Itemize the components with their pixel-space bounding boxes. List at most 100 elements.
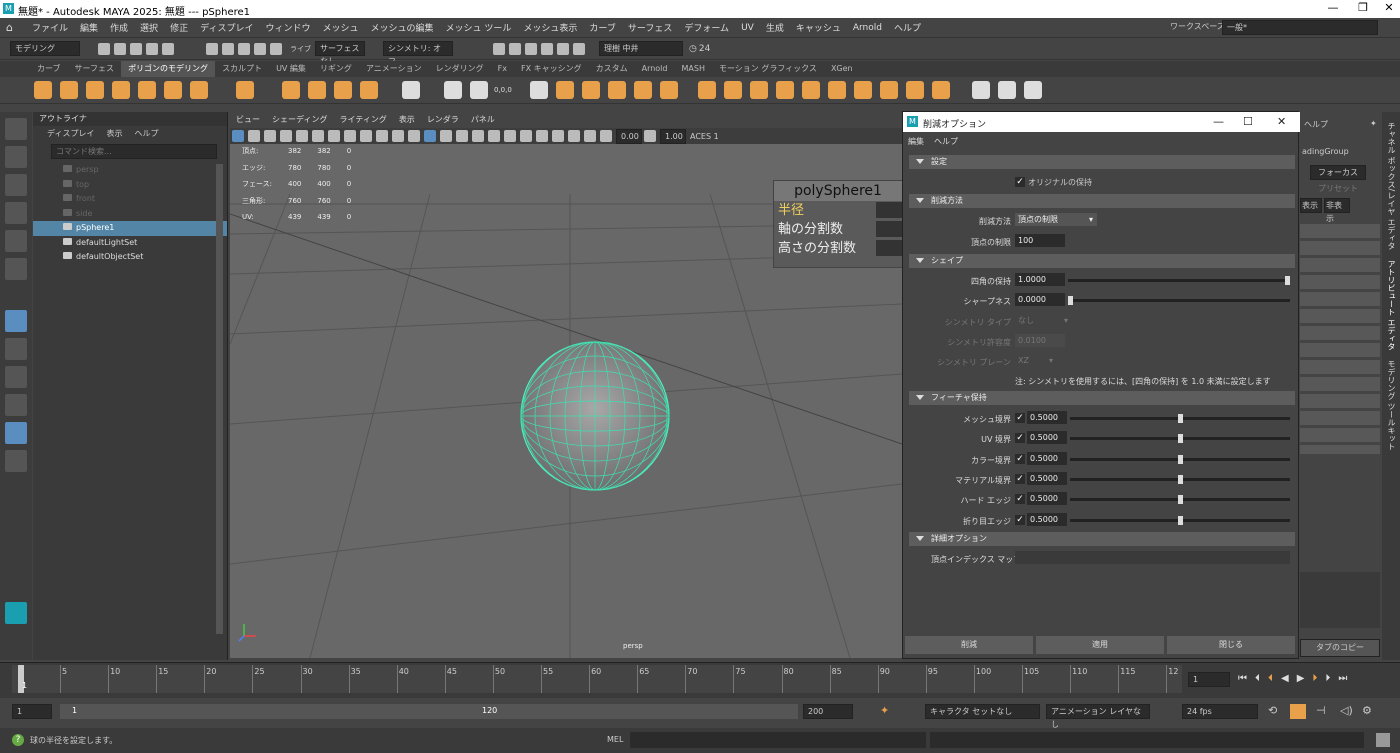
feature-checkbox[interactable]: ✓ — [1015, 453, 1025, 464]
time-slider[interactable]: 5 10 15 20 25 30 35 40 45 50 55 60 65 70 75 80 85 90 95 100… — [0, 662, 1400, 698]
shelf-tab[interactable]: アニメーション — [359, 61, 429, 77]
combine-icon[interactable] — [529, 81, 548, 99]
attribute-editor-help[interactable]: ヘルプ — [1304, 119, 1328, 130]
dialog-minimize-button[interactable]: — — [1213, 115, 1224, 128]
workspace-dropdown[interactable]: 一般* — [1222, 20, 1378, 35]
resolution-gate-icon[interactable] — [328, 130, 340, 142]
step-forward-key-icon[interactable]: ⏵ — [1312, 673, 1317, 684]
menu-item[interactable]: メッシュ表示 — [517, 21, 583, 34]
outliner-item[interactable]: pSphere1 — [33, 221, 227, 236]
viewport-menu-item[interactable]: シェーディング — [266, 112, 333, 128]
show-button[interactable]: 表示 — [1300, 198, 1322, 213]
merge-icon[interactable] — [905, 81, 924, 99]
outliner-item[interactable]: defaultLightSet — [33, 236, 227, 251]
channel-attr-value[interactable] — [876, 221, 902, 237]
end-frame-field[interactable]: 200 — [803, 704, 853, 719]
slider-handle[interactable] — [1177, 454, 1183, 464]
dialog-close-button[interactable]: ✕ — [1277, 115, 1286, 128]
exposure-field[interactable]: 0.00 — [616, 128, 642, 144]
poly-disc-icon[interactable] — [190, 81, 208, 99]
symmetry-dropdown[interactable]: シンメトリ: オフ — [383, 41, 453, 66]
character-set-dropdown[interactable]: キャラクタ セットなし — [925, 704, 1040, 719]
preset-button[interactable]: プリセット — [1318, 183, 1358, 194]
keep-original-checkbox[interactable]: ✓ — [1015, 177, 1025, 187]
mirror-icon[interactable] — [633, 81, 652, 99]
method-dropdown[interactable]: 頂点の制限 ▾ — [1015, 213, 1097, 226]
gate-mask-icon[interactable] — [344, 130, 356, 142]
separate-icon[interactable] — [555, 81, 574, 99]
select-camera-icon[interactable] — [232, 130, 244, 142]
menu-item[interactable]: デフォーム — [678, 21, 735, 34]
shelf-tab[interactable]: リギング — [313, 61, 359, 77]
feature-slider[interactable] — [1070, 414, 1290, 423]
two-view-icon[interactable] — [5, 394, 27, 416]
fill-hole-icon[interactable] — [801, 81, 820, 99]
step-back-icon[interactable]: ⏴ — [1255, 673, 1260, 684]
outliner-item[interactable]: front — [33, 192, 227, 207]
dialog-maximize-button[interactable]: ☐ — [1243, 115, 1253, 128]
bookmark-icon[interactable] — [264, 130, 276, 142]
shadows-icon[interactable] — [488, 130, 500, 142]
minimize-button[interactable]: — — [1318, 1, 1348, 14]
script-editor-icon[interactable] — [1376, 733, 1390, 747]
fps-dropdown[interactable]: 24 fps — [1182, 704, 1258, 719]
paint-select-icon[interactable] — [5, 174, 27, 196]
edge-loop-icon[interactable] — [997, 81, 1016, 99]
redo-icon[interactable] — [162, 42, 174, 55]
outliner-menu-item[interactable]: ヘルプ — [128, 128, 164, 139]
auto-key-icon[interactable]: ✦ — [880, 704, 889, 717]
color-space-dropdown[interactable]: ACES 1 — [690, 132, 719, 141]
menu-item[interactable]: UV — [735, 23, 760, 33]
sweep-mesh-icon[interactable] — [308, 81, 326, 99]
outliner-item[interactable]: top — [33, 178, 227, 193]
isolate-select-icon[interactable] — [552, 130, 564, 142]
shelf-tab[interactable]: ポリゴンのモデリング — [121, 61, 216, 77]
step-forward-icon[interactable]: ⏵ — [1325, 673, 1330, 684]
shelf-tab[interactable]: Fx — [491, 61, 514, 77]
single-view-icon[interactable] — [5, 338, 27, 360]
apply-button[interactable]: 適用 — [1036, 636, 1164, 654]
range-bar[interactable]: 1 120 — [60, 704, 798, 719]
live-surface-field[interactable]: サーフェスなし — [315, 41, 365, 66]
type-tool-icon[interactable] — [402, 81, 420, 99]
menu-item[interactable]: 編集 — [74, 21, 104, 34]
tab-attribute-editor[interactable]: アトリビュート エディタ — [1386, 260, 1397, 351]
undo-icon[interactable] — [146, 42, 158, 55]
menu-item[interactable]: ディスプレイ — [194, 21, 259, 34]
tab-channel-box[interactable]: チャネル ボックス/レイヤ エディタ — [1386, 122, 1397, 250]
channel-attr-value[interactable] — [876, 202, 902, 218]
menu-item[interactable]: メッシュの編集 — [364, 21, 439, 34]
text-icon[interactable] — [334, 81, 352, 99]
keep-quads-slider[interactable] — [1068, 276, 1290, 285]
boolean-icon[interactable] — [607, 81, 626, 99]
go-to-start-icon[interactable]: ⏮ — [1238, 673, 1247, 684]
outliner-item[interactable]: side — [33, 207, 227, 222]
textured-icon[interactable] — [456, 130, 468, 142]
safe-action-icon[interactable] — [376, 130, 388, 142]
select-component-icon[interactable] — [238, 42, 250, 55]
feature-checkbox[interactable]: ✓ — [1015, 473, 1025, 484]
menu-item[interactable]: メッシュ ツール — [440, 21, 518, 34]
shelf-tab[interactable]: XGen — [824, 61, 860, 77]
render-icon[interactable] — [493, 42, 505, 55]
menu-item[interactable]: 選択 — [134, 21, 164, 34]
viewport-panel[interactable]: ビュー シェーディング ライティング 表示 レンダラ パネル 0.00 1.00 ACES… — [230, 112, 902, 658]
menu-item[interactable]: 修正 — [164, 21, 194, 34]
poly-cube-icon[interactable] — [60, 81, 78, 99]
go-to-end-icon[interactable]: ⏭ — [1338, 673, 1347, 684]
channel-attr[interactable]: 高さの分割数 — [774, 239, 902, 258]
reduce-button[interactable]: 削減 — [905, 636, 1033, 654]
menu-item[interactable]: キャッシュ — [790, 21, 847, 34]
hide-button[interactable]: 非表示 — [1324, 198, 1350, 223]
slider-handle[interactable] — [1177, 495, 1183, 505]
poly-plane-icon[interactable] — [164, 81, 182, 99]
shelf-tab[interactable]: MASH — [674, 61, 711, 77]
menu-item[interactable]: Arnold — [847, 23, 888, 33]
xray-joints-icon[interactable] — [584, 130, 596, 142]
feature-value-field[interactable]: 0.5000 — [1027, 492, 1067, 506]
section-feature-preservation[interactable]: フィーチャ保持 — [909, 391, 1295, 405]
smooth-icon[interactable] — [581, 81, 600, 99]
shelf-tab[interactable]: Arnold — [635, 61, 675, 77]
shelf-tab[interactable]: レンダリング — [429, 61, 491, 77]
dialog-menu-item[interactable]: 編集 — [903, 136, 929, 147]
